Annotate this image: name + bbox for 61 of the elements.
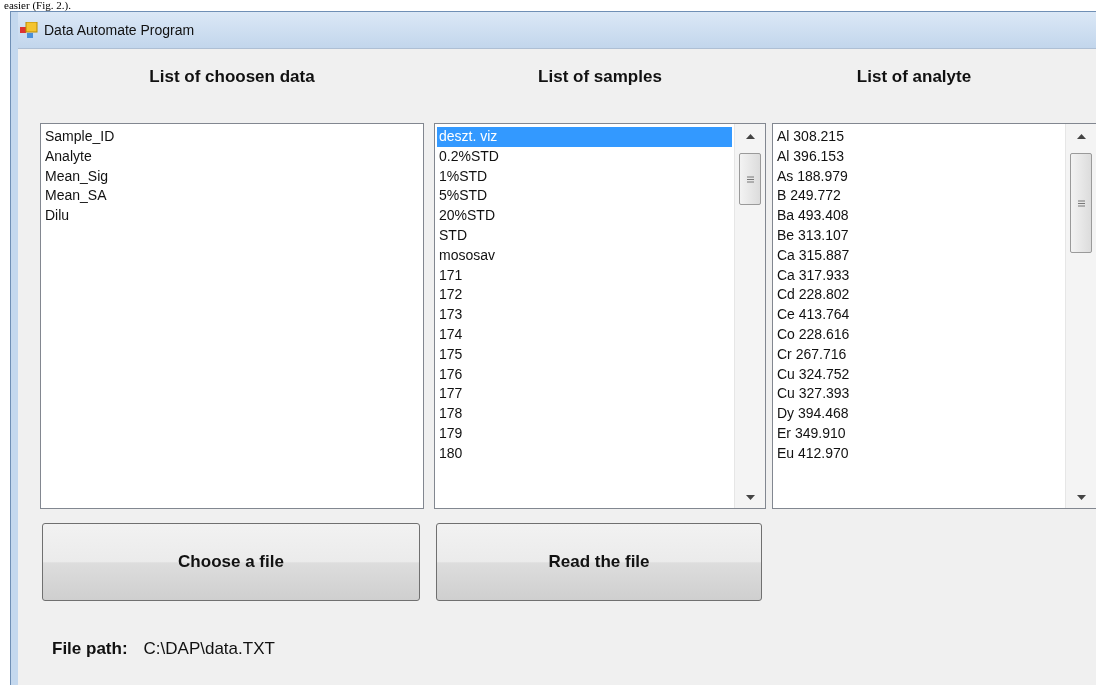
- list-item[interactable]: 171: [437, 265, 732, 286]
- list-item[interactable]: 178: [437, 404, 732, 424]
- list-item[interactable]: 180: [437, 443, 732, 464]
- list-item[interactable]: 175: [437, 344, 732, 365]
- list-item[interactable]: 179: [437, 423, 732, 444]
- scrollbar[interactable]: [734, 124, 765, 508]
- list-item[interactable]: 5%STD: [437, 186, 732, 207]
- list-item[interactable]: Analyte: [43, 146, 421, 167]
- window-title: Data Automate Program: [44, 22, 195, 38]
- list-item[interactable]: Ce 413.764: [775, 305, 1063, 325]
- list-item[interactable]: 177: [437, 384, 732, 405]
- list-item[interactable]: 20%STD: [437, 206, 732, 226]
- scroll-up-icon[interactable]: [745, 134, 755, 139]
- scroll-down-icon[interactable]: [1076, 495, 1086, 500]
- list-item[interactable]: Cu 324.752: [775, 364, 1063, 385]
- list-item[interactable]: Dy 394.468: [775, 404, 1063, 424]
- list-box[interactable]: deszt. viz 0.2%STD 1%STD 5%STD 20%STD STD mososav 171 172 173 174 175 176 177 178 179 180: [434, 123, 766, 509]
- action-button[interactable]: Choose a file: [42, 523, 420, 601]
- list-box[interactable]: Al 308.215 Al 396.153 As 188.979 B 249.772 Ba 493.408 Be 313.107 Ca 315.887 Ca 317.933 Cd 228.802 Ce 413.764 Co 228.616 Cr 267.716 Cu 324.752 Cu 327.393 Dy 394.468 Er 349.910 Eu 412.970: [772, 123, 1096, 509]
- list-item[interactable]: 174: [437, 324, 732, 345]
- list-item[interactable]: mososav: [437, 245, 732, 266]
- list-box[interactable]: Sample_ID Analyte Mean_Sig Mean_SA Dilu: [40, 123, 424, 509]
- list-item[interactable]: Cd 228.802: [775, 285, 1063, 306]
- list-item[interactable]: Ba 493.408: [775, 206, 1063, 226]
- list-item[interactable]: Al 396.153: [775, 146, 1063, 167]
- grip-icon: [746, 175, 754, 183]
- scrollbar[interactable]: [1065, 124, 1096, 508]
- list-item[interactable]: As 188.979: [775, 166, 1063, 187]
- list-item[interactable]: STD: [437, 226, 732, 246]
- file-path-value: C:\DAP\data.TXT: [143, 639, 275, 659]
- list-item[interactable]: B 249.772: [775, 186, 1063, 207]
- grip-icon: [1077, 199, 1085, 207]
- file-path-label: File path:: [52, 639, 128, 659]
- list-item[interactable]: 172: [437, 285, 732, 306]
- list-item[interactable]: Ca 315.887: [775, 245, 1063, 266]
- list-item[interactable]: 173: [437, 305, 732, 325]
- list-heading: List of samples: [537, 66, 663, 88]
- list-item[interactable]: Cr 267.716: [775, 344, 1063, 365]
- list-item[interactable]: Sample_ID: [43, 127, 421, 147]
- scroll-thumb[interactable]: [1070, 153, 1092, 253]
- list-heading: List of analyte: [855, 66, 973, 88]
- document-text: easier (Fig. 2.).: [3, 0, 72, 11]
- scroll-up-icon[interactable]: [1076, 134, 1086, 139]
- scroll-thumb[interactable]: [739, 153, 761, 205]
- list-item[interactable]: Mean_Sig: [43, 166, 421, 187]
- list-item[interactable]: Co 228.616: [775, 324, 1063, 345]
- list-item[interactable]: Mean_SA: [43, 186, 421, 207]
- app-icon: [20, 22, 38, 38]
- scroll-down-icon[interactable]: [745, 495, 755, 500]
- action-button[interactable]: Read the file: [436, 523, 762, 601]
- list-item[interactable]: 1%STD: [437, 166, 732, 187]
- list-item[interactable]: Ca 317.933: [775, 265, 1063, 286]
- list-item[interactable]: 176: [437, 364, 732, 385]
- list-item[interactable]: Cu 327.393: [775, 384, 1063, 405]
- list-item[interactable]: Al 308.215: [775, 127, 1063, 147]
- list-heading: List of choosen data: [148, 66, 316, 88]
- list-item[interactable]: Er 349.910: [775, 423, 1063, 444]
- list-item[interactable]: 0.2%STD: [437, 146, 732, 167]
- list-item[interactable]: Eu 412.970: [775, 443, 1063, 464]
- list-item[interactable]: Be 313.107: [775, 226, 1063, 246]
- list-item[interactable]: Dilu: [43, 206, 421, 226]
